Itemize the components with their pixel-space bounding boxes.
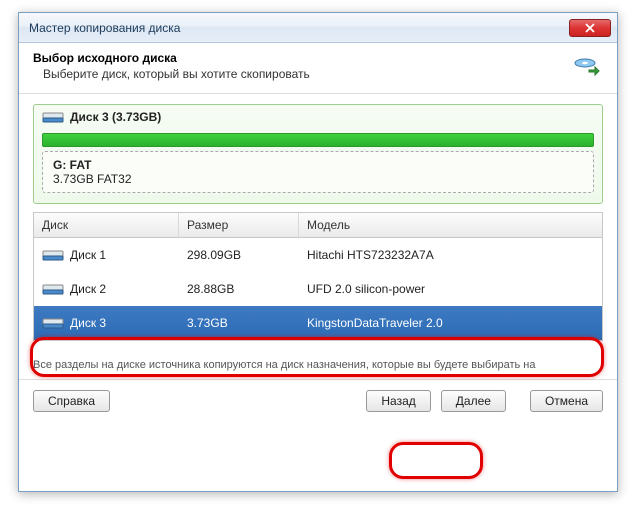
page-subtitle: Выберите диск, который вы хотите скопиро… <box>33 67 310 81</box>
hdd-icon <box>42 315 64 331</box>
cell-disk: Диск 1 <box>70 248 106 262</box>
disk-panel-title: Диск 3 (3.73GB) <box>70 110 161 124</box>
cell-size: 298.09GB <box>179 243 299 267</box>
cell-model: Hitachi HTS723232A7A <box>299 243 602 267</box>
wizard-body: Диск 3 (3.73GB) G: FAT 3.73GB FAT32 Диск… <box>19 94 617 351</box>
col-header-model[interactable]: Модель <box>299 213 602 237</box>
cell-disk: Диск 2 <box>70 282 106 296</box>
cell-disk: Диск 3 <box>70 316 106 330</box>
disk-table: Диск Размер Модель Диск 1 298.09GBHitachi… <box>33 212 603 341</box>
hdd-icon <box>42 247 64 263</box>
cancel-button[interactable]: Отмена <box>530 390 603 412</box>
copy-disk-icon <box>571 51 603 83</box>
button-bar: Справка Назад Далее Отмена <box>19 380 617 424</box>
disk-usage-bar <box>42 133 594 147</box>
selected-disk-panel: Диск 3 (3.73GB) G: FAT 3.73GB FAT32 <box>33 104 603 204</box>
cell-model: UFD 2.0 silicon-power <box>299 277 602 301</box>
cell-model: KingstonDataTraveler 2.0 <box>299 311 602 335</box>
cell-size: 28.88GB <box>179 277 299 301</box>
titlebar: Мастер копирования диска <box>19 13 617 43</box>
back-button[interactable]: Назад <box>366 390 430 412</box>
page-title: Выбор исходного диска <box>33 51 310 65</box>
col-header-disk[interactable]: Диск <box>34 213 179 237</box>
table-body: Диск 1 298.09GBHitachi HTS723232A7A Диск 2… <box>34 238 602 340</box>
table-row[interactable]: Диск 2 28.88GBUFD 2.0 silicon-power <box>34 272 602 306</box>
table-row[interactable]: Диск 1 298.09GBHitachi HTS723232A7A <box>34 238 602 272</box>
col-header-size[interactable]: Размер <box>179 213 299 237</box>
wizard-header: Выбор исходного диска Выберите диск, кот… <box>19 43 617 94</box>
close-icon <box>585 23 595 33</box>
hdd-icon <box>42 281 64 297</box>
table-row[interactable]: Диск 3 3.73GBKingstonDataTraveler 2.0 <box>34 306 602 340</box>
cell-size: 3.73GB <box>179 311 299 335</box>
next-button[interactable]: Далее <box>441 390 506 412</box>
close-button[interactable] <box>569 19 611 37</box>
table-header: Диск Размер Модель <box>34 213 602 238</box>
help-button[interactable]: Справка <box>33 390 110 412</box>
partition-detail: 3.73GB FAT32 <box>53 172 583 186</box>
footer-hint: Все разделы на диске источника копируютс… <box>19 351 617 373</box>
wizard-window: Мастер копирования диска Выбор исходного… <box>18 12 618 492</box>
hdd-icon <box>42 109 64 125</box>
window-title: Мастер копирования диска <box>29 21 569 35</box>
partition-name: G: FAT <box>53 158 583 172</box>
partition-box: G: FAT 3.73GB FAT32 <box>42 151 594 193</box>
